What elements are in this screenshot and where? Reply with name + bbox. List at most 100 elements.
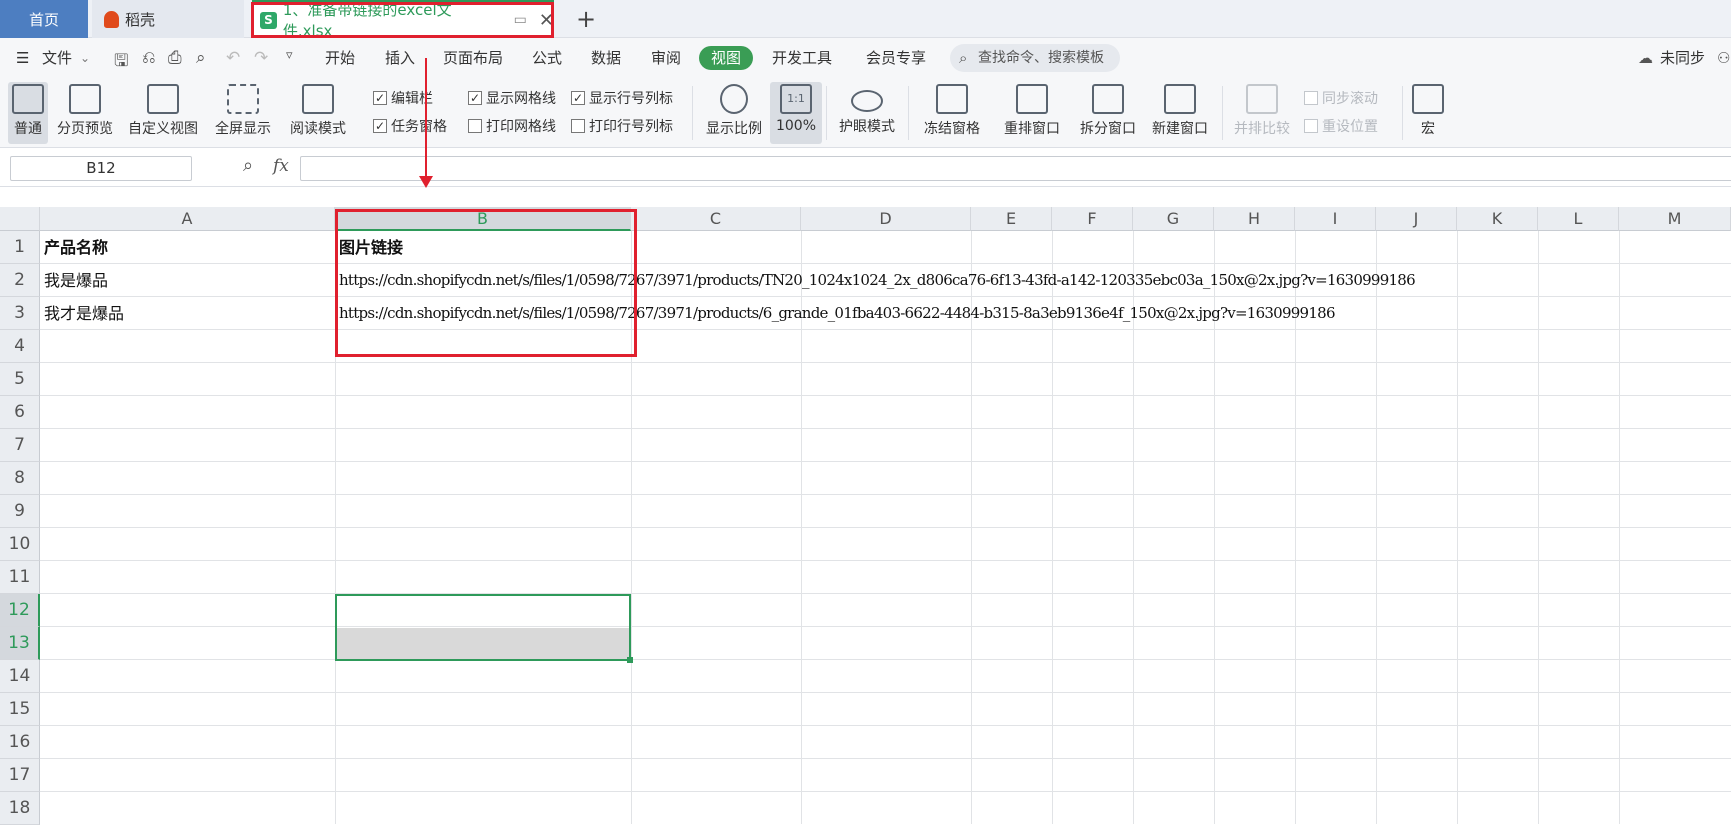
cell-a2[interactable]: 我是爆品 [40, 264, 108, 297]
rearrange-window-button[interactable]: 重排窗口 [996, 82, 1068, 144]
print-preview-icon[interactable]: ⌕ [196, 48, 206, 68]
col-header-j[interactable]: J [1376, 207, 1457, 231]
zoom-100-button[interactable]: 1:1 100% [770, 82, 822, 144]
edit-bar-checkbox[interactable]: ✓ 编辑栏 [373, 87, 433, 109]
fullscreen-button[interactable]: 全屏显示 [212, 82, 274, 144]
col-header-a[interactable]: A [40, 207, 335, 231]
zoom-search-icon[interactable]: ⌕ [243, 155, 253, 176]
col-header-l[interactable]: L [1538, 207, 1619, 231]
annotation-arrow-head [419, 176, 433, 188]
new-tab-button[interactable]: + [574, 0, 598, 38]
show-headers-checkbox[interactable]: ✓ 显示行号列标 [571, 87, 673, 109]
hamburger-icon[interactable]: ☰ [16, 46, 29, 70]
zoom-ratio-button[interactable]: 显示比例 [702, 82, 766, 144]
new-window-button[interactable]: 新建窗口 [1148, 82, 1212, 144]
row-header-18[interactable]: 18 [0, 792, 40, 825]
row-header-9[interactable]: 9 [0, 495, 40, 528]
col-header-h[interactable]: H [1214, 207, 1295, 231]
split-window-button[interactable]: 拆分窗口 [1076, 82, 1140, 144]
col-header-e[interactable]: E [971, 207, 1052, 231]
fx-icon[interactable]: fx [273, 156, 289, 176]
row-header-1[interactable]: 1 [0, 231, 40, 264]
menu-formula[interactable]: 公式 [532, 46, 562, 70]
print-gridlines-checkbox[interactable]: 打印网格线 [468, 115, 556, 137]
task-pane-checkbox[interactable]: ✓ 任务窗格 [373, 115, 447, 137]
sync-status[interactable]: 未同步 [1660, 46, 1705, 70]
menu-file[interactable]: 文件 [42, 46, 72, 70]
macro-button[interactable]: 宏 [1410, 82, 1446, 144]
row-header-5[interactable]: 5 [0, 363, 40, 396]
normal-view-button[interactable]: 普通 [8, 82, 48, 144]
freeze-label: 冻结窗格 [924, 121, 980, 137]
page-break-preview-button[interactable]: 分页预览 [54, 82, 116, 144]
command-search[interactable]: ⌕ 查找命令、搜索模板 [950, 44, 1120, 72]
col-header-c[interactable]: C [631, 207, 801, 231]
save-icon[interactable]: 🖫 [114, 48, 128, 77]
custom-view-label: 自定义视图 [128, 121, 198, 137]
row-header-17[interactable]: 17 [0, 759, 40, 792]
ribbon-divider [1402, 86, 1403, 140]
tab-home[interactable]: 首页 [0, 0, 88, 38]
undo-icon[interactable]: ↶ [226, 48, 240, 68]
row-header-3[interactable]: 3 [0, 297, 40, 330]
redo-icon[interactable]: ↷ [254, 48, 268, 68]
side-by-side-button[interactable]: 并排比较 [1230, 82, 1294, 144]
row-header-14[interactable]: 14 [0, 660, 40, 693]
task-pane-label: 任务窗格 [391, 119, 447, 135]
tab-file[interactable]: S 1、准备带链接的excel文件.xlsx ▭ ✕ [252, 0, 554, 40]
show-headers-label: 显示行号列标 [589, 91, 673, 107]
col-header-m[interactable]: M [1619, 207, 1731, 231]
row-header-7[interactable]: 7 [0, 429, 40, 462]
reading-mode-icon [302, 84, 334, 114]
close-tab-icon[interactable]: ✕ [539, 10, 554, 31]
custom-view-button[interactable]: 自定义视图 [125, 82, 201, 144]
row-header-16[interactable]: 16 [0, 726, 40, 759]
cell-a1[interactable]: 产品名称 [40, 231, 108, 264]
row-header-15[interactable]: 15 [0, 693, 40, 726]
row-header-6[interactable]: 6 [0, 396, 40, 429]
menu-developer[interactable]: 开发工具 [772, 46, 832, 70]
quick-access-more-icon[interactable]: ▿ [286, 48, 293, 63]
tab-bar: 首页 稻壳 S 1、准备带链接的excel文件.xlsx ▭ ✕ + [0, 0, 1731, 40]
reset-position-button[interactable]: 重设位置 [1304, 115, 1378, 137]
selection-range[interactable] [335, 594, 631, 661]
chevron-down-icon[interactable]: ⌄ [80, 46, 90, 70]
sync-scroll-button[interactable]: 同步滚动 [1304, 87, 1378, 109]
name-box[interactable]: B12 [10, 156, 192, 181]
freeze-panes-button[interactable]: 冻结窗格 [916, 82, 988, 144]
user-icon[interactable]: ⚇ [1717, 46, 1730, 70]
row-header-8[interactable]: 8 [0, 462, 40, 495]
cell-a3[interactable]: 我才是爆品 [40, 297, 124, 330]
eye-protection-button[interactable]: 护眼模式 [834, 82, 900, 144]
row-header-11[interactable]: 11 [0, 561, 40, 594]
print-icon[interactable]: ⎙ [168, 48, 182, 68]
pin-icon[interactable]: ▭ [514, 12, 527, 28]
col-header-i[interactable]: I [1295, 207, 1376, 231]
select-all-corner[interactable] [0, 207, 40, 231]
col-header-d[interactable]: D [801, 207, 971, 231]
menu-review[interactable]: 审阅 [651, 46, 681, 70]
menu-insert[interactable]: 插入 [385, 46, 415, 70]
col-header-g[interactable]: G [1133, 207, 1214, 231]
rearrange-label: 重排窗口 [1004, 121, 1060, 137]
col-header-k[interactable]: K [1457, 207, 1538, 231]
col-header-f[interactable]: F [1052, 207, 1133, 231]
show-gridlines-checkbox[interactable]: ✓ 显示网格线 [468, 87, 556, 109]
format-painter-icon[interactable]: ⎌ [142, 48, 156, 68]
menu-data[interactable]: 数据 [591, 46, 621, 70]
row-header-2[interactable]: 2 [0, 264, 40, 297]
tab-daoke[interactable]: 稻壳 [92, 0, 244, 38]
menu-start[interactable]: 开始 [325, 46, 355, 70]
row-header-10[interactable]: 10 [0, 528, 40, 561]
menu-view[interactable]: 视图 [699, 46, 754, 70]
menu-page-layout[interactable]: 页面布局 [443, 46, 503, 70]
reading-mode-button[interactable]: 阅读模式 [283, 82, 353, 144]
print-headers-checkbox[interactable]: 打印行号列标 [571, 115, 673, 137]
row-header-13[interactable]: 13 [0, 627, 40, 660]
formula-input[interactable] [300, 156, 1731, 181]
fill-handle[interactable] [627, 657, 633, 663]
row-header-4[interactable]: 4 [0, 330, 40, 363]
zoom-icon [720, 84, 748, 114]
menu-member[interactable]: 会员专享 [866, 46, 926, 70]
row-header-12[interactable]: 12 [0, 594, 40, 627]
